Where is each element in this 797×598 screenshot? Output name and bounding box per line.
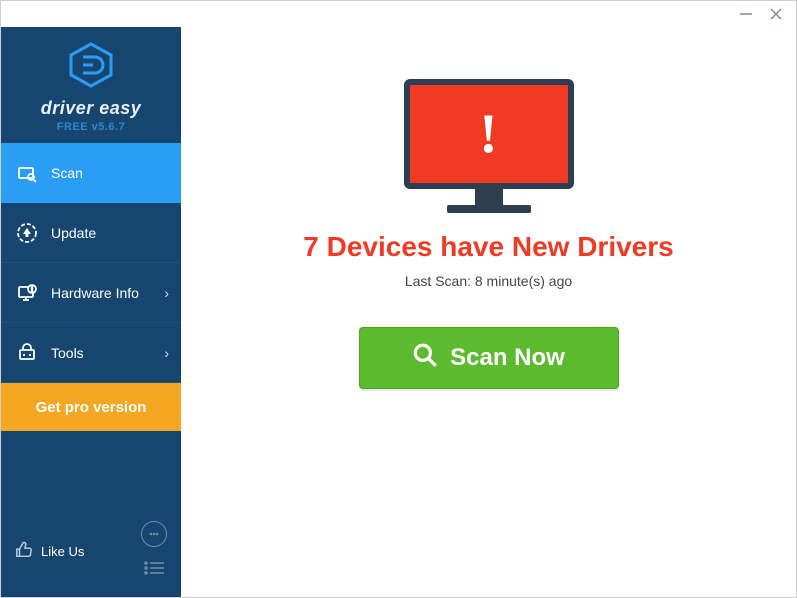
scan-now-label: Scan Now — [450, 344, 565, 372]
logo-icon — [67, 41, 115, 94]
like-us-label: Like Us — [41, 544, 84, 559]
scan-now-button[interactable]: Scan Now — [359, 327, 619, 389]
last-scan-text: Last Scan: 8 minute(s) ago — [405, 273, 572, 289]
sidebar-item-hardware-info[interactable]: i Hardware Info › — [1, 263, 181, 323]
sidebar: driver easy FREE v5.6.7 Scan Update i — [1, 27, 181, 597]
search-icon — [412, 342, 438, 375]
chevron-right-icon: › — [164, 345, 169, 361]
sidebar-item-label: Update — [51, 225, 96, 241]
close-button[interactable] — [768, 6, 784, 22]
app-version: FREE v5.6.7 — [57, 121, 125, 133]
tools-icon — [15, 343, 39, 363]
titlebar — [1, 1, 796, 27]
feedback-icon[interactable] — [141, 521, 167, 547]
sidebar-item-label: Hardware Info — [51, 285, 139, 301]
get-pro-label: Get pro version — [36, 399, 147, 416]
get-pro-button[interactable]: Get pro version — [1, 383, 181, 431]
chevron-right-icon: › — [164, 285, 169, 301]
headline: 7 Devices have New Drivers — [303, 231, 673, 263]
sidebar-item-label: Tools — [51, 345, 84, 361]
footer-icons — [141, 521, 167, 581]
sidebar-item-update[interactable]: Update — [1, 203, 181, 263]
main: driver easy FREE v5.6.7 Scan Update i — [1, 27, 796, 597]
menu-list-icon[interactable] — [141, 555, 167, 581]
sidebar-nav: Scan Update i Hardware Info › Tools — [1, 143, 181, 431]
sidebar-item-scan[interactable]: Scan — [1, 143, 181, 203]
sidebar-item-tools[interactable]: Tools › — [1, 323, 181, 383]
alert-icon: ! — [404, 79, 574, 189]
app-name: driver easy — [41, 98, 142, 119]
like-us-button[interactable]: Like Us — [15, 541, 84, 562]
minimize-button[interactable] — [738, 6, 754, 22]
sidebar-footer: Like Us — [1, 511, 181, 597]
content: ! 7 Devices have New Drivers Last Scan: … — [181, 27, 796, 597]
scan-icon — [15, 163, 39, 183]
update-icon — [15, 223, 39, 243]
sidebar-item-label: Scan — [51, 165, 83, 181]
alert-monitor-graphic: ! — [404, 79, 574, 209]
logo-block: driver easy FREE v5.6.7 — [1, 27, 181, 143]
thumbs-up-icon — [15, 541, 33, 562]
hardware-info-icon: i — [15, 283, 39, 303]
